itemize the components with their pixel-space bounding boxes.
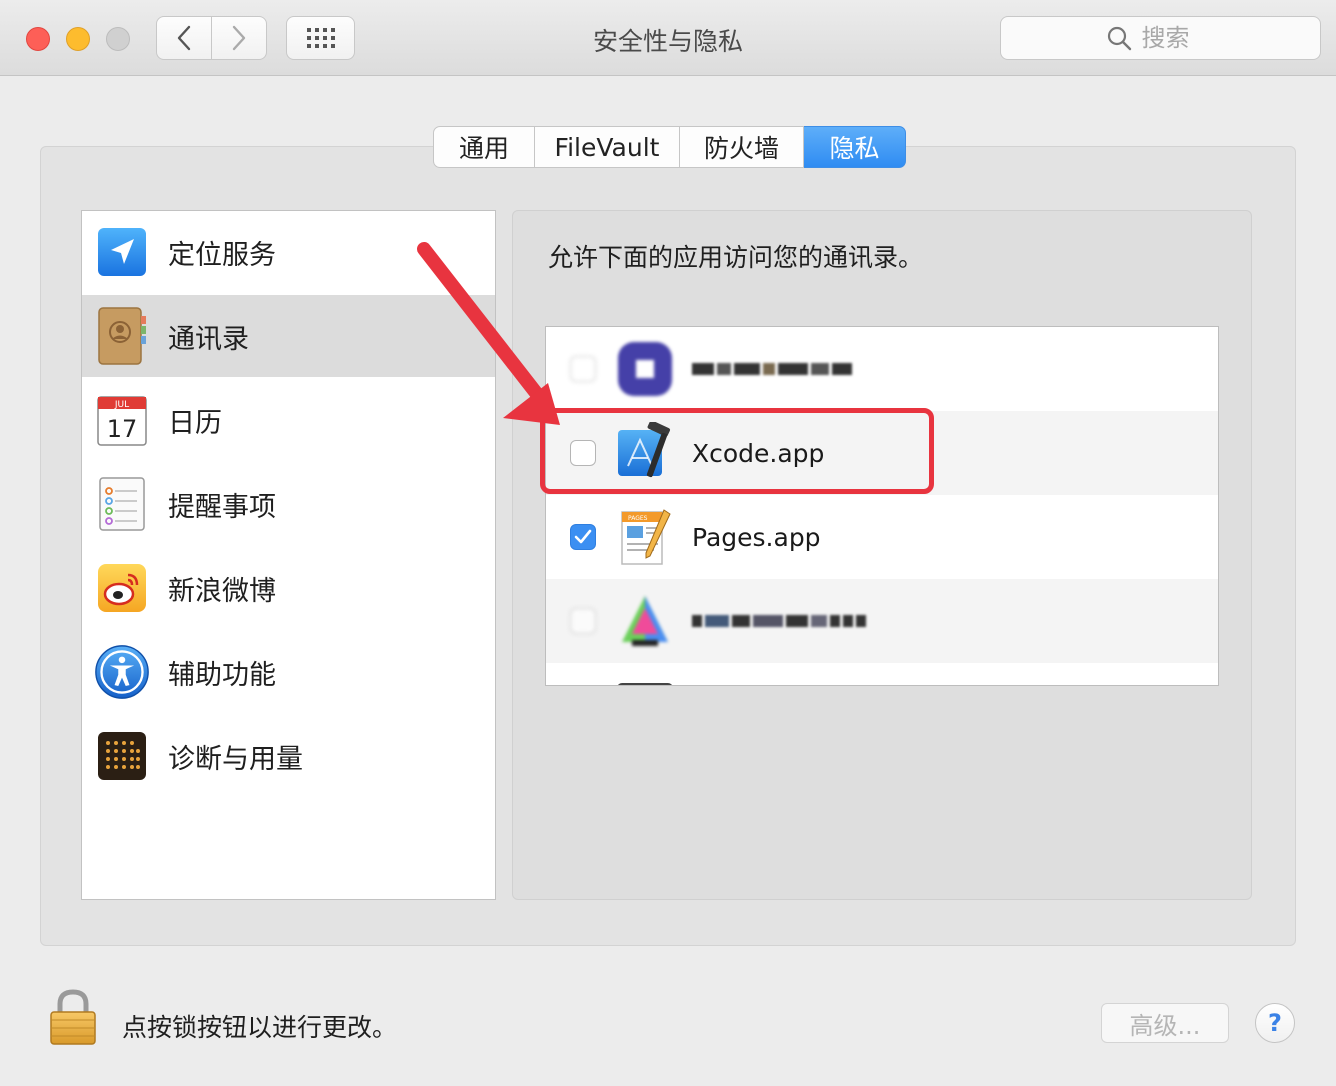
sidebar-item-calendar[interactable]: JUL 17 日历 xyxy=(82,379,495,461)
sidebar-item-location-services[interactable]: 定位服务 xyxy=(82,211,495,293)
privacy-category-list: 定位服务 通讯录 JUL 17 日历 提醒事项 新浪微博 辅助功能 诊断与用量 xyxy=(81,210,496,900)
close-button[interactable] xyxy=(26,27,50,51)
svg-text:PAGES: PAGES xyxy=(628,515,648,522)
sidebar-item-label: 辅助功能 xyxy=(168,659,276,691)
app-access-list[interactable]: Xcode.app PAGES Pages.app xyxy=(545,326,1219,686)
blurred-app-icon xyxy=(614,674,676,685)
sidebar-item-diagnostics[interactable]: 诊断与用量 xyxy=(82,715,495,797)
pages-app-icon: PAGES xyxy=(614,506,676,568)
app-checkbox[interactable] xyxy=(570,356,596,382)
accessibility-icon xyxy=(94,644,150,700)
search-field[interactable] xyxy=(1000,16,1321,60)
back-button[interactable] xyxy=(156,16,212,60)
contacts-book-icon xyxy=(94,307,150,365)
reminders-icon xyxy=(94,476,150,532)
app-name: Pages.app xyxy=(692,522,821,552)
tab-filevault[interactable]: FileVault xyxy=(535,126,680,168)
pages-checkbox[interactable] xyxy=(570,524,596,550)
svg-text:JUL: JUL xyxy=(114,400,129,410)
diagnostics-icon xyxy=(94,728,150,784)
list-item[interactable] xyxy=(546,327,1218,411)
show-all-button[interactable] xyxy=(286,16,355,60)
sidebar-item-label: 通讯录 xyxy=(168,323,249,355)
instructions-text: 允许下面的应用访问您的通讯录。 xyxy=(548,243,924,272)
search-input[interactable] xyxy=(1139,23,1216,53)
sidebar-item-accessibility[interactable]: 辅助功能 xyxy=(82,631,495,713)
chevron-right-icon xyxy=(232,25,246,51)
tab-bar: 通用 FileVault 防火墙 隐私 xyxy=(433,126,906,168)
blurred-app-icon xyxy=(614,590,676,652)
highlight-annotation-box xyxy=(540,408,934,494)
app-checkbox[interactable] xyxy=(570,608,596,634)
sidebar-item-label: 新浪微博 xyxy=(168,575,276,607)
sidebar-item-contacts[interactable]: 通讯录 xyxy=(82,295,495,377)
chevron-left-icon xyxy=(177,25,191,51)
weibo-icon xyxy=(94,560,150,616)
lock-instruction-text: 点按锁按钮以进行更改。 xyxy=(122,1013,398,1042)
calendar-icon: JUL 17 xyxy=(94,392,150,448)
search-icon xyxy=(1106,25,1132,51)
sidebar-item-label: 提醒事项 xyxy=(168,491,276,523)
forward-button[interactable] xyxy=(211,16,267,60)
sidebar-item-label: 诊断与用量 xyxy=(168,743,303,775)
location-arrow-icon xyxy=(94,224,150,280)
lock-icon[interactable] xyxy=(48,988,98,1050)
sidebar-item-weibo[interactable]: 新浪微博 xyxy=(82,547,495,629)
blurred-app-icon xyxy=(614,338,676,400)
obscured-app-name xyxy=(692,615,866,627)
grid-icon xyxy=(306,28,335,48)
sidebar-item-label: 日历 xyxy=(168,407,222,439)
sidebar-item-reminders[interactable]: 提醒事项 xyxy=(82,463,495,545)
title-bar: 安全性与隐私 xyxy=(0,0,1336,76)
help-button[interactable]: ? xyxy=(1255,1003,1295,1043)
list-item[interactable]: PAGES Pages.app xyxy=(546,495,1218,579)
minimize-button[interactable] xyxy=(66,27,90,51)
tab-firewall[interactable]: 防火墙 xyxy=(680,126,804,168)
zoom-button[interactable] xyxy=(106,27,130,51)
list-item[interactable] xyxy=(546,663,1218,685)
list-item[interactable] xyxy=(546,579,1218,663)
sidebar-item-label: 定位服务 xyxy=(168,239,276,271)
svg-text:17: 17 xyxy=(107,415,138,443)
obscured-app-name xyxy=(692,363,852,375)
tab-privacy[interactable]: 隐私 xyxy=(804,126,906,168)
advanced-button[interactable]: 高级... xyxy=(1101,1003,1229,1043)
checkmark-icon xyxy=(574,529,592,544)
tab-general[interactable]: 通用 xyxy=(433,126,535,168)
